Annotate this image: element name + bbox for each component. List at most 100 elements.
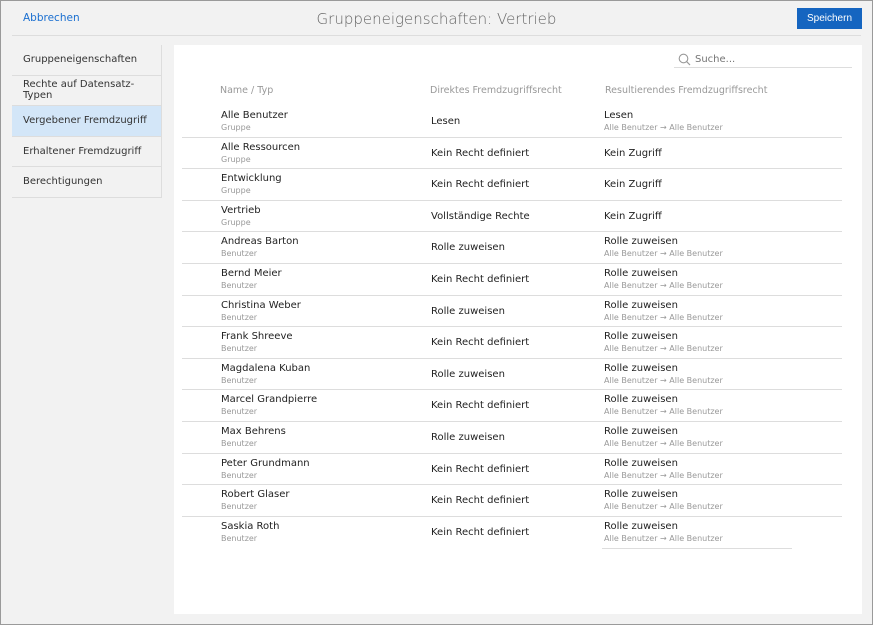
entity-name: Entwicklung — [221, 173, 282, 185]
entity-name: Saskia Roth — [221, 520, 280, 532]
direct-right[interactable]: Rolle zuweisen — [431, 369, 505, 380]
table-row[interactable]: Frank Shreeve Benutzer Kein Recht definie… — [182, 327, 842, 359]
sidebar-item[interactable]: Berechtigungen — [12, 167, 161, 198]
sidebar-item[interactable]: Erhaltener Fremdzugriff — [12, 137, 161, 167]
result-cell: Rolle zuweisen Alle Benutzer → Alle Benut… — [604, 426, 723, 448]
result-right: Rolle zuweisen — [604, 394, 678, 406]
result-path: Alle Benutzer → Alle Benutzer — [604, 344, 723, 354]
result-path: Alle Benutzer → Alle Benutzer — [604, 438, 723, 448]
table-row[interactable]: Alle Benutzer Gruppe Lesen Lesen Alle Benu… — [182, 106, 842, 138]
entity-name: Peter Grundmann — [221, 457, 310, 469]
entity-name: Frank Shreeve — [221, 331, 293, 343]
entity-type: Benutzer — [221, 312, 258, 322]
entity-name: Andreas Barton — [221, 236, 299, 248]
page-title: Gruppeneigenschaften: Vertrieb — [316, 10, 557, 28]
name-cell: Marcel Grandpierre Benutzer — [221, 394, 317, 416]
table-row[interactable]: Peter Grundmann Benutzer Kein Recht defin… — [182, 454, 842, 486]
result-path: Alle Benutzer → Alle Benutzer — [604, 533, 723, 543]
table-row[interactable]: Entwicklung Gruppe Kein Recht definiert K… — [182, 169, 842, 201]
result-cell: Rolle zuweisen Alle Benutzer → Alle Benut… — [604, 489, 723, 511]
entity-name: Bernd Meier — [221, 267, 282, 279]
sidebar-item[interactable]: Vergebener Fremdzugriff — [12, 106, 161, 137]
result-cell: Rolle zuweisen Alle Benutzer → Alle Benut… — [604, 394, 723, 416]
direct-right[interactable]: Vollständige Rechte — [431, 211, 530, 222]
result-cell: Rolle zuweisen Alle Benutzer → Alle Benut… — [604, 363, 723, 385]
sidebar-item[interactable]: Rechte auf Datensatz-Typen — [12, 76, 161, 106]
table-row[interactable]: Max Behrens Benutzer Rolle zuweisen Rolle… — [182, 422, 842, 454]
result-path: Alle Benutzer → Alle Benutzer — [604, 375, 723, 385]
table-row[interactable]: Robert Glaser Benutzer Kein Recht definie… — [182, 485, 842, 517]
table-row[interactable]: Andreas Barton Benutzer Rolle zuweisen Ro… — [182, 232, 842, 264]
table-row[interactable]: Magdalena Kuban Benutzer Rolle zuweisen R… — [182, 359, 842, 391]
direct-right[interactable]: Kein Recht definiert — [431, 274, 529, 285]
direct-right[interactable]: Rolle zuweisen — [431, 432, 505, 443]
entity-type: Gruppe — [221, 186, 251, 196]
direct-right[interactable]: Kein Recht definiert — [431, 464, 529, 475]
result-cell: Lesen Alle Benutzer → Alle Benutzer — [604, 110, 723, 132]
entity-type: Benutzer — [221, 502, 258, 512]
result-path: Alle Benutzer → Alle Benutzer — [604, 280, 723, 290]
column-header-result[interactable]: Resultierendes Fremdzugriffsrecht — [605, 85, 767, 96]
table-row[interactable]: Vertrieb Gruppe Vollständige Rechte Kein … — [182, 201, 842, 233]
table-row[interactable]: Saskia Roth Benutzer Kein Recht definiert… — [182, 517, 842, 549]
table-row[interactable]: Marcel Grandpierre Benutzer Kein Recht de… — [182, 390, 842, 422]
name-cell: Alle Benutzer Gruppe — [221, 110, 288, 132]
direct-right[interactable]: Kein Recht definiert — [431, 148, 529, 159]
access-table: Alle Benutzer Gruppe Lesen Lesen Alle Benu… — [182, 106, 842, 548]
result-right: Kein Zugriff — [604, 179, 662, 191]
name-cell: Frank Shreeve Benutzer — [221, 331, 293, 353]
search-box[interactable] — [674, 51, 852, 68]
direct-right[interactable]: Kein Recht definiert — [431, 400, 529, 411]
result-cell: Kein Zugriff — [604, 179, 662, 190]
result-right: Kein Zugriff — [604, 147, 662, 159]
direct-right[interactable]: Rolle zuweisen — [431, 242, 505, 253]
entity-name: Robert Glaser — [221, 489, 290, 501]
result-path: Alle Benutzer → Alle Benutzer — [604, 249, 723, 259]
result-path: Alle Benutzer → Alle Benutzer — [604, 123, 723, 132]
result-right: Kein Zugriff — [604, 210, 662, 222]
table-row[interactable]: Alle Ressourcen Gruppe Kein Recht definie… — [182, 138, 842, 170]
direct-right[interactable]: Kein Recht definiert — [431, 527, 529, 538]
name-cell: Magdalena Kuban Benutzer — [221, 363, 310, 385]
search-input[interactable] — [695, 53, 845, 65]
name-cell: Saskia Roth Benutzer — [221, 521, 279, 543]
name-cell: Entwicklung Gruppe — [221, 173, 282, 195]
entity-type: Benutzer — [221, 533, 258, 543]
direct-right[interactable]: Rolle zuweisen — [431, 306, 505, 317]
name-cell: Christina Weber Benutzer — [221, 300, 301, 322]
result-path: Alle Benutzer → Alle Benutzer — [604, 312, 723, 322]
result-path: Alle Benutzer → Alle Benutzer — [604, 502, 723, 512]
sidebar-item[interactable]: Gruppeneigenschaften — [12, 45, 161, 76]
result-cell: Rolle zuweisen Alle Benutzer → Alle Benut… — [604, 521, 723, 543]
name-cell: Robert Glaser Benutzer — [221, 489, 289, 511]
entity-type: Benutzer — [221, 249, 258, 259]
save-button[interactable]: Speichern — [797, 8, 862, 29]
name-cell: Peter Grundmann Benutzer — [221, 458, 310, 480]
name-cell: Bernd Meier Benutzer — [221, 268, 282, 290]
direct-right[interactable]: Kein Recht definiert — [431, 179, 529, 190]
result-right: Rolle zuweisen — [604, 331, 678, 343]
result-cell: Rolle zuweisen Alle Benutzer → Alle Benut… — [604, 458, 723, 480]
direct-right[interactable]: Kein Recht definiert — [431, 495, 529, 506]
entity-name: Marcel Grandpierre — [221, 394, 318, 406]
entity-name: Vertrieb — [221, 204, 261, 216]
result-right: Rolle zuweisen — [604, 299, 678, 311]
result-right: Rolle zuweisen — [604, 425, 678, 437]
column-header-direct[interactable]: Direktes Fremdzugriffsrecht — [430, 85, 562, 96]
direct-right[interactable]: Lesen — [431, 116, 460, 127]
entity-type: Benutzer — [221, 470, 258, 480]
entity-name: Magdalena Kuban — [221, 362, 311, 374]
table-row[interactable]: Christina Weber Benutzer Rolle zuweisen R… — [182, 296, 842, 328]
table-row[interactable]: Bernd Meier Benutzer Kein Recht definiert… — [182, 264, 842, 296]
column-header-name[interactable]: Name / Typ — [220, 85, 273, 96]
divider — [602, 548, 792, 549]
result-cell: Kein Zugriff — [604, 148, 662, 159]
name-cell: Max Behrens Benutzer — [221, 426, 286, 448]
result-right: Rolle zuweisen — [604, 236, 678, 248]
result-right: Rolle zuweisen — [604, 362, 678, 374]
search-icon — [678, 53, 691, 65]
direct-right[interactable]: Kein Recht definiert — [431, 337, 529, 348]
result-cell: Kein Zugriff — [604, 211, 662, 222]
result-right: Rolle zuweisen — [604, 267, 678, 279]
result-path: Alle Benutzer → Alle Benutzer — [604, 470, 723, 480]
